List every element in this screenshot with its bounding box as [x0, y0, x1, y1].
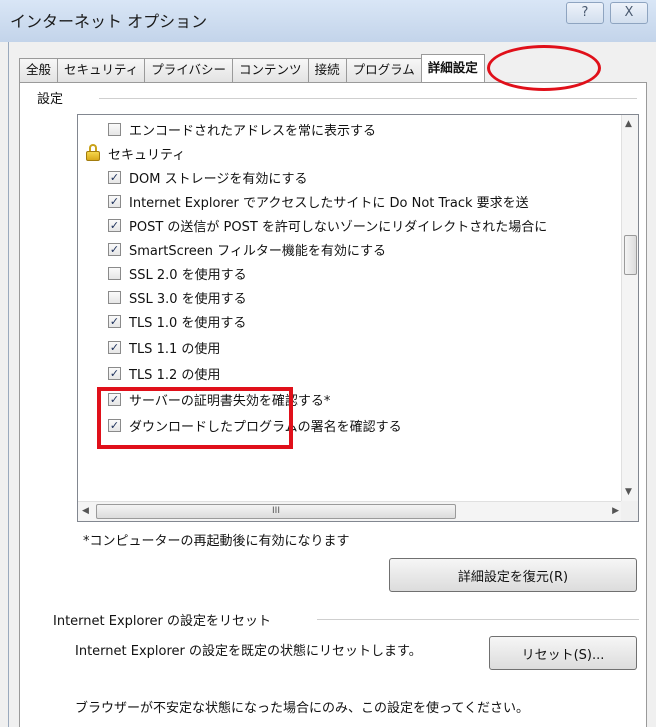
- highlight-box: [97, 387, 293, 449]
- horizontal-scroll-thumb[interactable]: III: [96, 504, 456, 519]
- list-item-label: TLS 1.0 を使用する: [129, 315, 247, 331]
- reset-description: Internet Explorer の設定を既定の状態にリセットします。: [75, 644, 422, 659]
- checkbox[interactable]: [108, 366, 121, 380]
- checkbox[interactable]: [108, 170, 121, 184]
- checkbox[interactable]: [108, 290, 121, 304]
- restore-advanced-settings-button[interactable]: 詳細設定を復元(R): [389, 558, 637, 592]
- list-item[interactable]: POST の送信が POST を許可しないゾーンにリダイレクトされた場合に: [108, 213, 547, 237]
- scroll-up-arrow-icon[interactable]: ▲: [625, 119, 632, 129]
- list-item-label: SSL 3.0 を使用する: [129, 291, 247, 307]
- vertical-scroll-thumb[interactable]: [624, 235, 637, 275]
- list-item[interactable]: DOM ストレージを有効にする: [108, 165, 307, 189]
- scroll-right-arrow-icon[interactable]: ▶: [612, 506, 619, 516]
- title-bar: インターネット オプション ? X: [0, 0, 656, 42]
- list-item[interactable]: SSL 2.0 を使用する: [108, 261, 247, 285]
- list-item-label: TLS 1.2 の使用: [129, 367, 221, 383]
- tab-content[interactable]: コンテンツ: [232, 58, 308, 82]
- scroll-left-arrow-icon[interactable]: ◀: [82, 506, 89, 516]
- category-security: セキュリティ: [86, 141, 185, 165]
- list-item-label: DOM ストレージを有効にする: [129, 171, 308, 187]
- list-item-label: POST の送信が POST を許可しないゾーンにリダイレクトされた場合に: [129, 219, 548, 235]
- help-button[interactable]: ?: [566, 2, 604, 24]
- tab-privacy[interactable]: プライバシー: [144, 58, 233, 82]
- checkbox[interactable]: [108, 218, 121, 232]
- list-item[interactable]: Internet Explorer でアクセスしたサイトに Do Not Tra…: [108, 189, 529, 213]
- list-item[interactable]: TLS 1.2 の使用: [108, 361, 220, 385]
- settings-group-label: 設定: [37, 88, 70, 107]
- scrollbar-corner: [621, 501, 638, 521]
- list-item-label: TLS 1.1 の使用: [129, 341, 221, 357]
- reset-group-label: Internet Explorer の設定をリセット: [53, 610, 276, 629]
- tab-advanced[interactable]: 詳細設定: [420, 54, 485, 82]
- reset-warning: ブラウザーが不安定な状態になった場合にのみ、この設定を使ってください。: [75, 701, 529, 716]
- settings-group-divider: [99, 98, 637, 99]
- checkbox[interactable]: [108, 242, 121, 256]
- reset-group-divider: [317, 619, 639, 620]
- scroll-down-arrow-icon[interactable]: ▼: [625, 487, 632, 497]
- checkbox[interactable]: [108, 266, 121, 280]
- list-item-label: SmartScreen フィルター機能を有効にする: [129, 243, 387, 259]
- horizontal-scrollbar[interactable]: ◀ III ▶: [78, 501, 623, 521]
- tab-programs[interactable]: プログラム: [345, 58, 421, 82]
- checkbox[interactable]: [108, 194, 121, 208]
- close-button[interactable]: X: [610, 2, 648, 24]
- tab-bar: 全般 セキュリティ プライバシー コンテンツ 接続 プログラム 詳細設定: [19, 54, 485, 82]
- checkbox[interactable]: [108, 122, 121, 136]
- checkbox[interactable]: [108, 314, 121, 328]
- tab-general[interactable]: 全般: [19, 58, 58, 82]
- checkbox[interactable]: [108, 340, 121, 354]
- list-item-label: Internet Explorer でアクセスしたサイトに Do Not Tra…: [129, 195, 529, 211]
- list-item[interactable]: エンコードされたアドレスを常に表示する: [108, 117, 376, 141]
- lock-icon: [86, 144, 100, 161]
- vertical-scrollbar[interactable]: ▲ ▼: [621, 115, 638, 501]
- settings-list[interactable]: エンコードされたアドレスを常に表示する セキュリティ DOM ストレージを有効に…: [77, 114, 639, 522]
- list-item[interactable]: TLS 1.1 の使用: [108, 335, 220, 359]
- tab-connections[interactable]: 接続: [307, 58, 346, 82]
- restart-note: *コンピューターの再起動後に有効になります: [83, 534, 350, 549]
- list-item[interactable]: SSL 3.0 を使用する: [108, 285, 247, 309]
- reset-button[interactable]: リセット(S)...: [489, 636, 637, 670]
- highlight-circle: [487, 45, 601, 91]
- list-item-label: エンコードされたアドレスを常に表示する: [129, 123, 377, 139]
- dialog-body: 全般 セキュリティ プライバシー コンテンツ 接続 プログラム 詳細設定 設定 …: [8, 42, 656, 727]
- list-item[interactable]: TLS 1.0 を使用する: [108, 309, 246, 333]
- category-label: セキュリティ: [108, 147, 186, 163]
- list-item[interactable]: SmartScreen フィルター機能を有効にする: [108, 237, 386, 261]
- tab-security[interactable]: セキュリティ: [57, 58, 145, 82]
- list-item-label: SSL 2.0 を使用する: [129, 267, 247, 283]
- window-title: インターネット オプション: [10, 12, 208, 31]
